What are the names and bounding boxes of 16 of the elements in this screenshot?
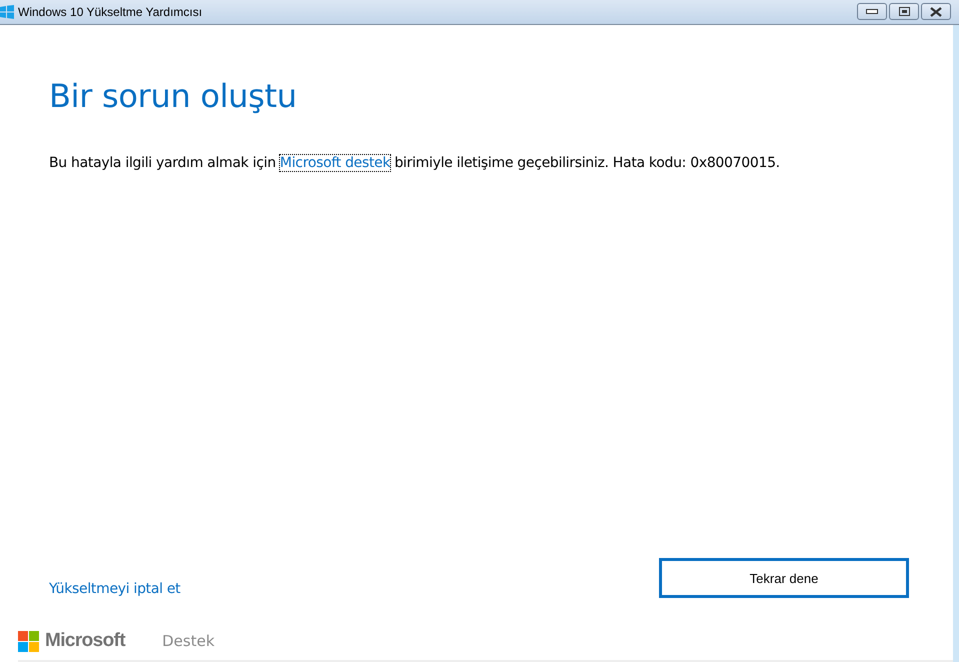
- windows-logo-icon: [0, 5, 14, 19]
- heading: Bir sorun oluştu: [49, 77, 298, 115]
- brand-name: Microsoft: [45, 630, 126, 652]
- minimize-button[interactable]: [857, 3, 887, 20]
- retry-button[interactable]: Tekrar dene: [659, 558, 909, 598]
- maximize-icon: [898, 7, 910, 16]
- error-message: Bu hatayla ilgili yardım almak için Microsoft destek birimiyle iletişime geçebilirsiniz. Hata kodu: 0x80070015.: [49, 155, 781, 171]
- close-icon: [930, 6, 942, 16]
- microsoft-logo-icon: [18, 630, 39, 652]
- window-title: Windows 10 Yükseltme Yardımcısı: [18, 5, 204, 19]
- support-footer-link[interactable]: Destek: [162, 632, 214, 650]
- cancel-upgrade-link[interactable]: Yükseltmeyi iptal et: [49, 581, 180, 597]
- maximize-button[interactable]: [889, 3, 919, 20]
- minimize-icon: [866, 8, 878, 14]
- close-button[interactable]: [921, 3, 951, 20]
- support-link[interactable]: Microsoft destek: [280, 155, 390, 171]
